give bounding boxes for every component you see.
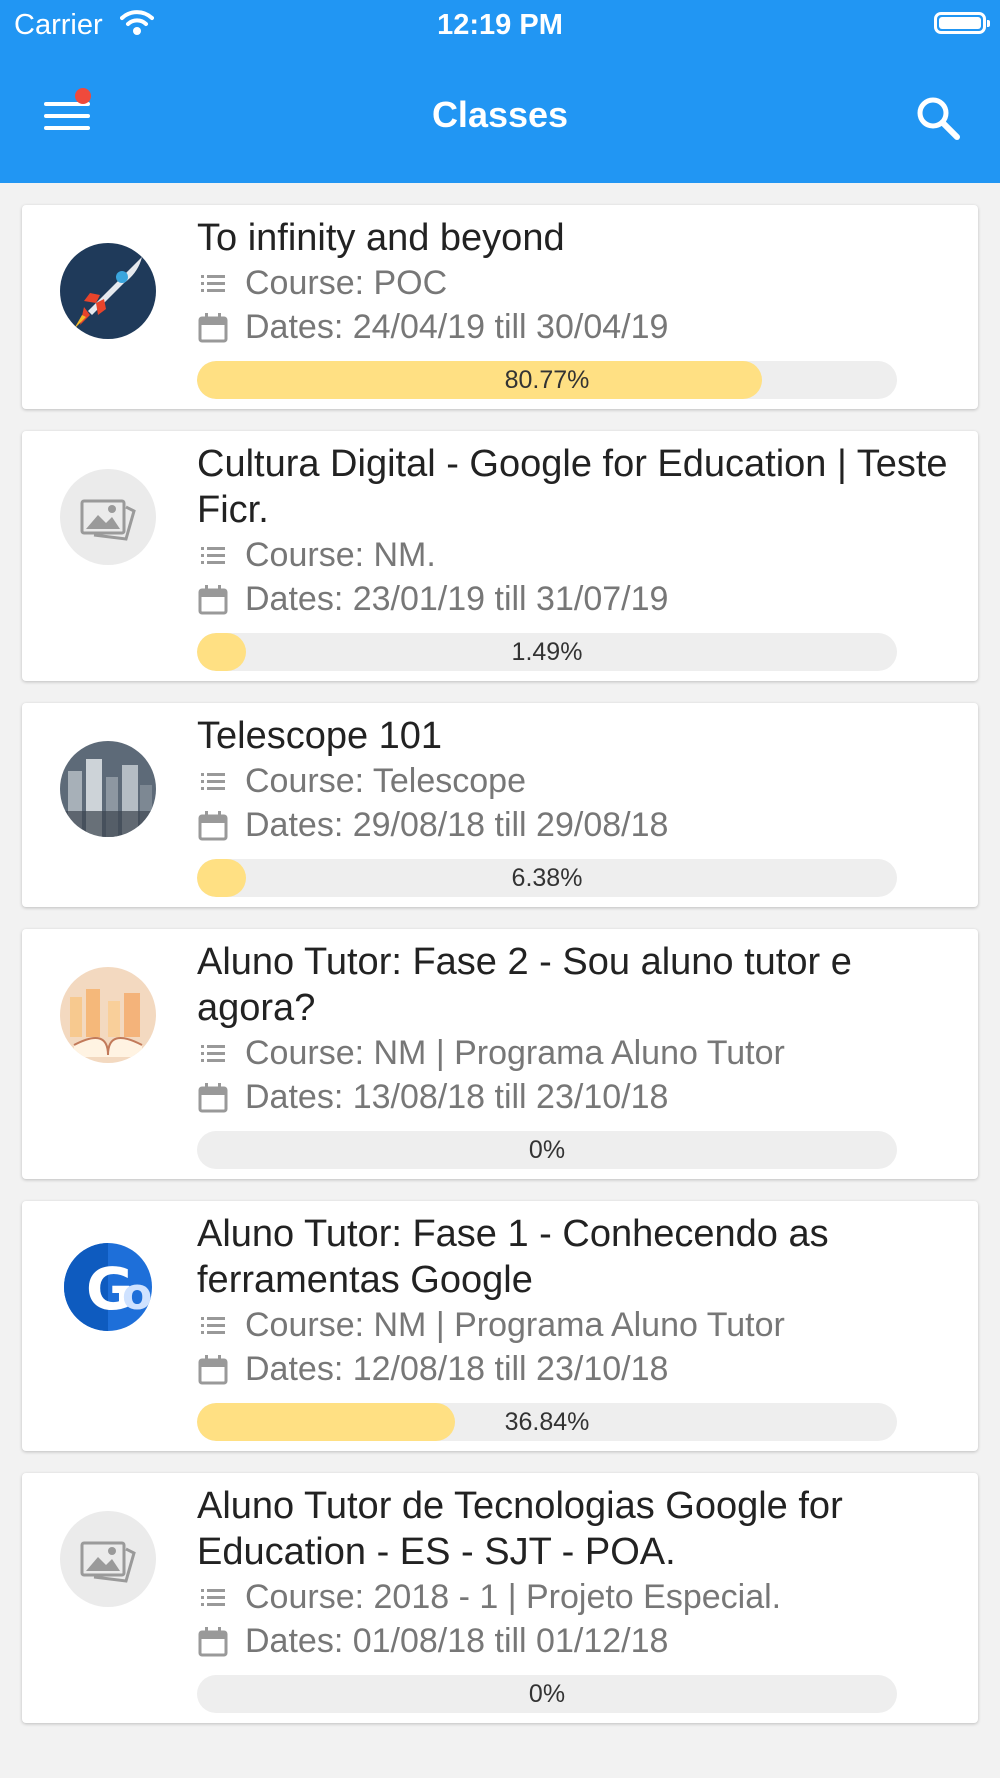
class-avatar: Go (60, 1239, 156, 1335)
progress-label: 0% (528, 1136, 566, 1164)
progress-bar: 80.77% (197, 361, 897, 399)
course-row: Course: NM. (197, 533, 948, 577)
class-list: To infinity and beyond Course: POC Dates: … (0, 183, 1000, 1723)
dates-label: Dates: 01/08/18 till 01/12/18 (245, 1622, 669, 1660)
course-label: Course: NM | Programa Aluno Tutor (245, 1034, 785, 1072)
page-title: Classes (431, 94, 569, 135)
class-title: Aluno Tutor: Fase 1 - Conhecendo as ferr… (197, 1213, 829, 1301)
progress-label: 80.77% (504, 366, 590, 394)
class-avatar (60, 243, 156, 339)
search-button[interactable] (914, 94, 962, 142)
calendar-icon (197, 1625, 229, 1657)
calendar-icon (197, 311, 229, 343)
progress-bar: 6.38% (197, 859, 897, 897)
search-icon (917, 97, 960, 140)
battery-icon (934, 12, 990, 34)
status-time: 12:19 PM (437, 9, 563, 41)
course-label: Course: NM. (245, 536, 436, 574)
dates-label: Dates: 13/08/18 till 23/10/18 (245, 1078, 669, 1116)
progress-bar: 1.49% (197, 633, 897, 671)
nav-bar: Classes (0, 52, 1000, 183)
status-bar: Carrier 12:19 PM (0, 0, 1000, 52)
class-avatar (60, 741, 156, 837)
dates-row: Dates: 29/08/18 till 29/08/18 (197, 803, 948, 847)
course-row: Course: NM | Programa Aluno Tutor (197, 1303, 948, 1347)
calendar-icon (197, 1353, 229, 1385)
list-icon (197, 539, 229, 571)
dates-row: Dates: 24/04/19 till 30/04/19 (197, 305, 948, 349)
class-title: Aluno Tutor: Fase 2 - Sou aluno tutor e … (197, 941, 852, 1029)
progress-label: 36.84% (504, 1408, 590, 1436)
progress-bar: 36.84% (197, 1403, 897, 1441)
dates-label: Dates: 12/08/18 till 23/10/18 (245, 1350, 669, 1388)
progress-bar: 0% (197, 1131, 897, 1169)
list-icon (197, 1037, 229, 1069)
class-avatar (60, 967, 156, 1063)
course-label: Course: POC (245, 264, 448, 302)
course-row: Course: POC (197, 261, 948, 305)
class-title: Cultura Digital - Google for Education |… (197, 443, 948, 531)
progress-label: 1.49% (511, 638, 583, 666)
list-icon (197, 1581, 229, 1613)
calendar-icon (197, 809, 229, 841)
course-row: Course: Telescope (197, 759, 948, 803)
list-icon (197, 267, 229, 299)
course-label: Course: 2018 - 1 | Projeto Especial. (245, 1578, 782, 1616)
class-title: Aluno Tutor de Tecnologias Google for Ed… (197, 1485, 843, 1573)
progress-bar: 0% (197, 1675, 897, 1713)
calendar-icon (197, 583, 229, 615)
app-header: Carrier 12:19 PM Classes (0, 0, 1000, 183)
class-card[interactable]: Aluno Tutor: Fase 2 - Sou aluno tutor e … (22, 929, 978, 1179)
course-label: Course: Telescope (245, 762, 526, 800)
calendar-icon (197, 1081, 229, 1113)
course-row: Course: NM | Programa Aluno Tutor (197, 1031, 948, 1075)
dates-label: Dates: 29/08/18 till 29/08/18 (245, 806, 669, 844)
dates-row: Dates: 13/08/18 till 23/10/18 (197, 1075, 948, 1119)
class-avatar (60, 469, 156, 565)
svg-text:o: o (122, 1269, 152, 1320)
list-icon (197, 1309, 229, 1341)
dates-row: Dates: 23/01/19 till 31/07/19 (197, 577, 948, 621)
class-card[interactable]: Cultura Digital - Google for Education |… (22, 431, 978, 681)
list-icon (197, 765, 229, 797)
course-label: Course: NM | Programa Aluno Tutor (245, 1306, 785, 1344)
dates-row: Dates: 01/08/18 till 01/12/18 (197, 1619, 948, 1663)
progress-label: 0% (528, 1680, 566, 1708)
class-card[interactable]: Telescope 101 Course: Telescope Dates: 29/… (22, 703, 978, 907)
dates-row: Dates: 12/08/18 till 23/10/18 (197, 1347, 948, 1391)
progress-label: 6.38% (511, 864, 583, 892)
class-title: To infinity and beyond (197, 217, 565, 259)
class-card[interactable]: Go Aluno Tutor: Fase 1 - Conhecendo as fe… (22, 1201, 978, 1451)
class-title: Telescope 101 (197, 715, 443, 757)
dates-label: Dates: 24/04/19 till 30/04/19 (245, 308, 669, 346)
class-card[interactable]: Aluno Tutor de Tecnologias Google for Ed… (22, 1473, 978, 1723)
dates-label: Dates: 23/01/19 till 31/07/19 (245, 580, 669, 618)
class-card[interactable]: To infinity and beyond Course: POC Dates: … (22, 205, 978, 409)
course-row: Course: 2018 - 1 | Projeto Especial. (197, 1575, 948, 1619)
class-avatar (60, 1511, 156, 1607)
